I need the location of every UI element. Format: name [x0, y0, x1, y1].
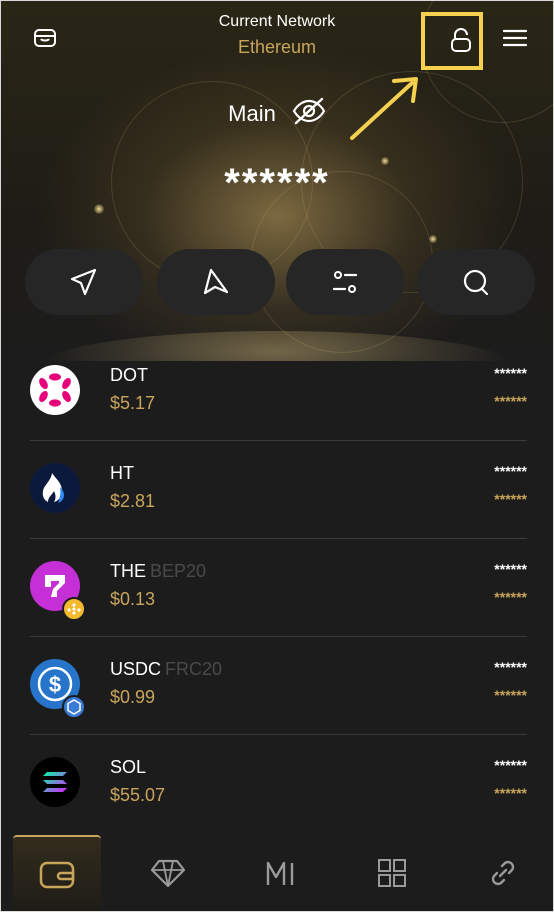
huobi-logo-icon [30, 463, 80, 513]
swap-icon [332, 271, 358, 293]
top-bar: Current Network Ethereum [1, 1, 553, 73]
unlock-icon[interactable] [441, 23, 481, 57]
bridge-icon [266, 861, 294, 885]
wallet-icon [39, 861, 75, 889]
receive-icon [203, 268, 229, 295]
send-icon [70, 268, 97, 296]
search-button[interactable] [417, 249, 535, 315]
asset-price: $0.99 [110, 687, 156, 707]
asset-price: $2.81 [110, 491, 156, 511]
polkadot-logo-icon [30, 365, 80, 415]
nav-wallet[interactable] [13, 835, 101, 911]
wallet-header: Main [1, 97, 553, 130]
svg-text:$: $ [49, 672, 61, 697]
action-bar [25, 249, 535, 315]
network-label: Current Network [218, 13, 336, 30]
asset-value: ****** [494, 393, 527, 409]
asset-amount: ****** [494, 659, 527, 675]
nav-connect[interactable] [459, 835, 547, 911]
swap-button[interactable] [286, 249, 404, 315]
receive-button[interactable] [157, 249, 275, 315]
app-frame: Current Network Ethereum Main ****** DOT… [0, 0, 554, 912]
asset-symbol: DOT [110, 365, 148, 385]
asset-amount: ****** [494, 757, 527, 773]
nav-discover[interactable] [124, 835, 212, 911]
asset-row-ht[interactable]: HT $2.81 ****** ****** [30, 441, 527, 539]
asset-amount: ****** [494, 561, 527, 577]
network-selector[interactable]: Ethereum [177, 37, 377, 58]
asset-symbol: HT [110, 463, 134, 483]
asset-row-dot[interactable]: DOT $5.17 ****** ****** [30, 343, 527, 441]
bottom-nav [1, 831, 553, 911]
asset-list: DOT $5.17 ****** ****** HT $2.81 ****** … [30, 343, 527, 832]
total-balance: ****** [224, 161, 330, 205]
asset-amount: ****** [494, 365, 527, 381]
asset-row-sol[interactable]: SOL $55.07 ****** ****** [30, 735, 527, 832]
link-icon [491, 860, 515, 886]
asset-symbol: USDC FRC20 [110, 659, 223, 679]
asset-amount: ****** [494, 463, 527, 479]
asset-value: ****** [494, 491, 527, 507]
search-icon [463, 269, 489, 296]
asset-row-the[interactable]: THE BEP20 $0.13 ****** ****** [30, 539, 527, 637]
nav-apps[interactable] [348, 835, 436, 911]
asset-price: $55.07 [110, 785, 166, 805]
asset-price: $5.17 [110, 393, 156, 413]
bnb-chain-badge-icon [62, 597, 86, 621]
asset-symbol: SOL [110, 757, 147, 777]
solana-logo-icon [30, 757, 80, 807]
send-button[interactable] [25, 249, 143, 315]
asset-row-usdc[interactable]: $ USDC FRC20 $0.99 ****** ****** [30, 637, 527, 735]
asset-value: ****** [494, 589, 527, 605]
hamburger-menu-icon[interactable] [497, 23, 533, 53]
asset-value: ****** [494, 687, 527, 703]
diamond-icon [150, 859, 186, 888]
nav-bridge[interactable] [236, 835, 324, 911]
asset-price: $0.13 [110, 589, 156, 609]
eye-off-icon[interactable] [292, 97, 326, 130]
wallet-name[interactable]: Main [228, 101, 276, 127]
filecoin-badge-icon [62, 695, 86, 719]
asset-symbol: THE BEP20 [110, 561, 207, 581]
asset-value: ****** [494, 785, 527, 801]
apps-grid-icon [378, 859, 406, 887]
wallet-card-icon[interactable] [29, 23, 61, 53]
